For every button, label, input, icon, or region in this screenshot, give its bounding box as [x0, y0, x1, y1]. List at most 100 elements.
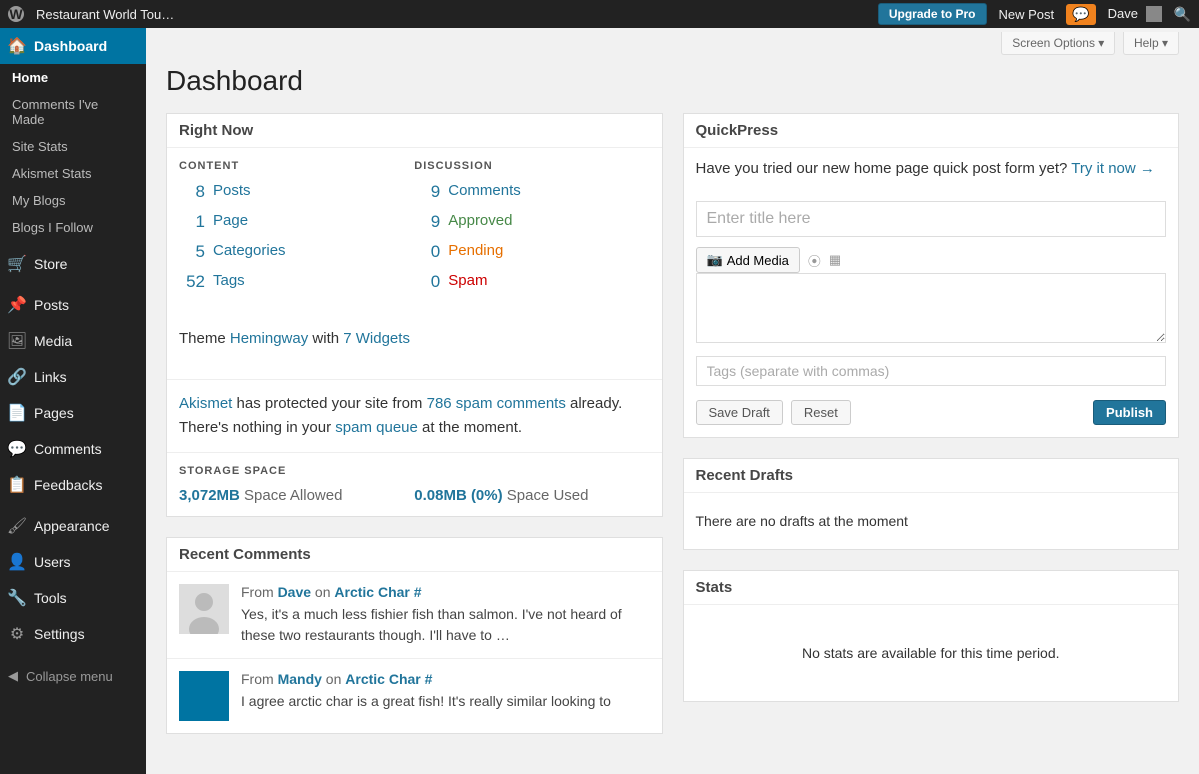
- sidebar-sub-comments-i-ve-made[interactable]: Comments I've Made: [0, 91, 146, 133]
- comment-item: From Mandy on Arctic Char # I agree arcti…: [167, 658, 662, 733]
- spam-queue-link[interactable]: spam queue: [335, 419, 418, 436]
- widgets-link[interactable]: 7 Widgets: [343, 330, 410, 347]
- sidebar-sub-home[interactable]: Home: [0, 64, 146, 91]
- menu-icon: 💬: [8, 439, 26, 459]
- storage-heading: STORAGE SPACE: [179, 465, 650, 477]
- avatar: [179, 671, 229, 721]
- comment-meta: From Dave on Arctic Char #: [241, 584, 650, 600]
- quickpress-title-input[interactable]: [696, 201, 1167, 237]
- box-heading: Right Now: [167, 114, 662, 148]
- menu-icon: ⚙: [8, 624, 26, 644]
- menu-icon: 👤: [8, 552, 26, 572]
- storage-used: 0.08MB (0%) Space Used: [414, 487, 649, 504]
- sidebar-item-links[interactable]: 🔗Links: [0, 359, 146, 395]
- sidebar-sub-site-stats[interactable]: Site Stats: [0, 133, 146, 160]
- sidebar-item-store[interactable]: 🛒Store: [0, 246, 146, 282]
- sidebar-item-appearance[interactable]: 🖌Appearance: [0, 508, 146, 544]
- toolbar-icon[interactable]: ⦿: [808, 251, 821, 270]
- menu-icon: 📄: [8, 403, 26, 423]
- theme-link[interactable]: Hemingway: [230, 330, 308, 347]
- quickpress-tags-input[interactable]: [696, 356, 1167, 386]
- admin-sidebar: 🏠DashboardHomeComments I've MadeSite Sta…: [0, 28, 146, 774]
- quickpress-promo: Have you tried our new home page quick p…: [684, 148, 1179, 189]
- comment-item: From Dave on Arctic Char # Yes, it's a mu…: [167, 572, 662, 658]
- stats-box: Stats No stats are available for this ti…: [683, 570, 1180, 702]
- reset-button[interactable]: Reset: [791, 400, 851, 425]
- comment-author-link[interactable]: Dave: [278, 584, 311, 600]
- sidebar-item-settings[interactable]: ⚙Settings: [0, 616, 146, 652]
- comment-post-link[interactable]: Arctic Char #: [334, 584, 421, 600]
- theme-info: Theme Hemingway with 7 Widgets: [167, 314, 662, 359]
- stat-row[interactable]: 5Categories: [179, 242, 414, 262]
- stat-row[interactable]: 9Approved: [414, 212, 649, 232]
- sidebar-item-feedbacks[interactable]: 📋Feedbacks: [0, 467, 146, 503]
- admin-bar: W Restaurant World Tou… Upgrade to Pro N…: [0, 0, 1199, 28]
- avatar: [179, 584, 229, 634]
- sidebar-sub-blogs-i-follow[interactable]: Blogs I Follow: [0, 214, 146, 241]
- quickpress-content-input[interactable]: [696, 273, 1167, 343]
- box-heading: Recent Comments: [167, 538, 662, 572]
- new-post-link[interactable]: New Post: [999, 7, 1055, 22]
- sidebar-item-tools[interactable]: 🔧Tools: [0, 580, 146, 616]
- sidebar-item-users[interactable]: 👤Users: [0, 544, 146, 580]
- collapse-icon: ◀: [8, 668, 18, 684]
- menu-icon: 🛒: [8, 254, 26, 274]
- menu-icon: 📌: [8, 295, 26, 315]
- comment-post-link[interactable]: Arctic Char #: [345, 671, 432, 687]
- menu-icon: 🖌: [8, 516, 26, 536]
- comment-text: I agree arctic char is a great fish! It'…: [241, 691, 650, 712]
- comment-author-link[interactable]: Mandy: [278, 671, 322, 687]
- stat-row[interactable]: 52Tags: [179, 272, 414, 292]
- akismet-link[interactable]: Akismet: [179, 395, 232, 412]
- sidebar-item-posts[interactable]: 📌Posts: [0, 287, 146, 323]
- wordpress-logo-icon[interactable]: W: [8, 6, 24, 22]
- sidebar-item-dashboard[interactable]: 🏠Dashboard: [0, 28, 146, 64]
- notifications-icon[interactable]: 💬: [1066, 4, 1095, 25]
- stat-row[interactable]: 1Page: [179, 212, 414, 232]
- stat-row[interactable]: 8Posts: [179, 182, 414, 202]
- menu-icon: 🔗: [8, 367, 26, 387]
- content-area: Screen Options ▾ Help ▾ Dashboard Right …: [146, 28, 1199, 774]
- right-now-box: Right Now CONTENT 8Posts 1Page 5Categories…: [166, 113, 663, 517]
- discussion-heading: DISCUSSION: [414, 160, 649, 172]
- toolbar-icon[interactable]: ▦: [829, 252, 841, 268]
- recent-comments-box: Recent Comments From Dave on Arctic Char…: [166, 537, 663, 734]
- try-it-link[interactable]: Try it now →: [1071, 160, 1155, 177]
- add-media-button[interactable]: 📷 Add Media: [696, 247, 800, 273]
- quickpress-box: QuickPress Have you tried our new home p…: [683, 113, 1180, 438]
- screen-options-toggle[interactable]: Screen Options ▾: [1001, 32, 1115, 55]
- publish-button[interactable]: Publish: [1093, 400, 1166, 425]
- recent-drafts-box: Recent Drafts There are no drafts at the…: [683, 458, 1180, 550]
- akismet-info: Akismet has protected your site from 786…: [167, 379, 662, 452]
- sidebar-item-comments[interactable]: 💬Comments: [0, 431, 146, 467]
- sidebar-sub-akismet-stats[interactable]: Akismet Stats: [0, 160, 146, 187]
- save-draft-button[interactable]: Save Draft: [696, 400, 783, 425]
- page-title: Dashboard: [166, 59, 1179, 113]
- upgrade-button[interactable]: Upgrade to Pro: [878, 3, 987, 25]
- content-heading: CONTENT: [179, 160, 414, 172]
- box-heading: Stats: [684, 571, 1179, 605]
- sidebar-item-pages[interactable]: 📄Pages: [0, 395, 146, 431]
- comment-meta: From Mandy on Arctic Char #: [241, 671, 650, 687]
- box-heading: QuickPress: [684, 114, 1179, 148]
- menu-icon: 📋: [8, 475, 26, 495]
- stat-row[interactable]: 9Comments: [414, 182, 649, 202]
- site-name[interactable]: Restaurant World Tou…: [36, 7, 174, 22]
- help-toggle[interactable]: Help ▾: [1123, 32, 1179, 55]
- box-heading: Recent Drafts: [684, 459, 1179, 493]
- menu-icon: 🖼: [8, 331, 26, 351]
- storage-allowed: 3,072MB Space Allowed: [179, 487, 414, 504]
- avatar: [1146, 6, 1162, 22]
- stat-row[interactable]: 0Spam: [414, 272, 649, 292]
- drafts-empty: There are no drafts at the moment: [684, 493, 1179, 549]
- comment-text: Yes, it's a much less fishier fish than …: [241, 604, 650, 646]
- user-menu[interactable]: Dave: [1108, 6, 1162, 23]
- spam-count-link[interactable]: 786 spam comments: [427, 395, 566, 412]
- search-icon[interactable]: 🔍: [1174, 6, 1191, 23]
- menu-icon: 🏠: [8, 36, 26, 56]
- sidebar-item-media[interactable]: 🖼Media: [0, 323, 146, 359]
- stat-row[interactable]: 0Pending: [414, 242, 649, 262]
- menu-icon: 🔧: [8, 588, 26, 608]
- sidebar-sub-my-blogs[interactable]: My Blogs: [0, 187, 146, 214]
- collapse-menu[interactable]: ◀ Collapse menu: [0, 660, 146, 692]
